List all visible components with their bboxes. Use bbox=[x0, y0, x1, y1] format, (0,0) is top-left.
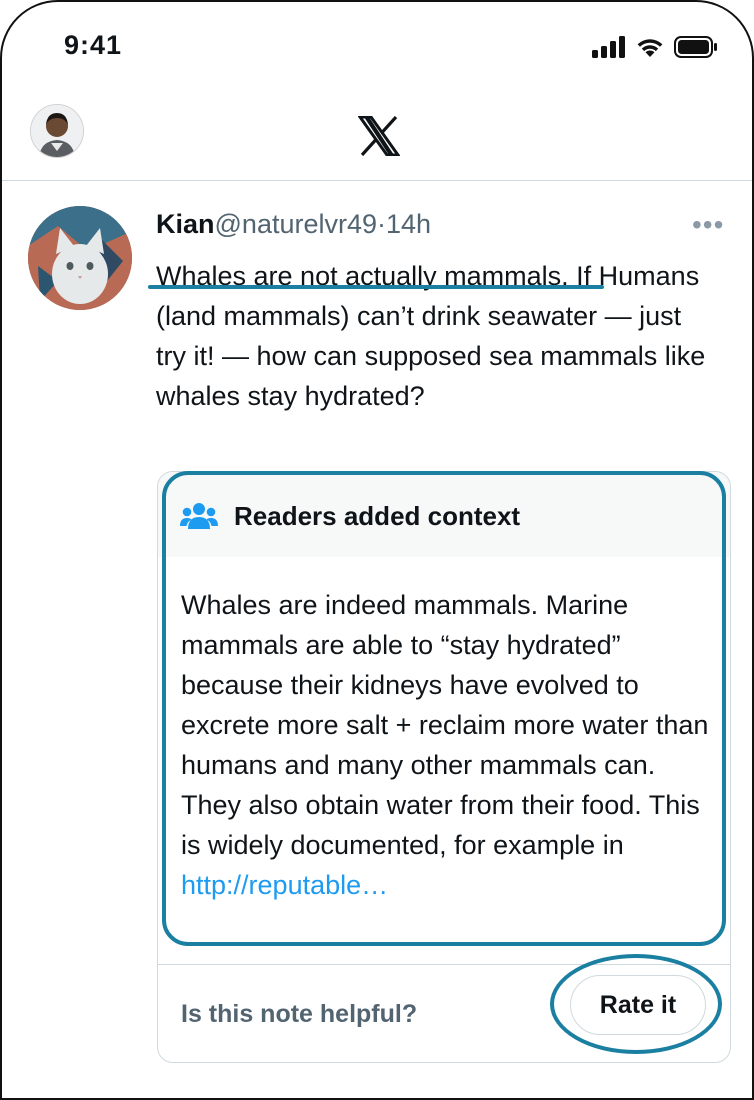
x-logo-icon[interactable] bbox=[357, 115, 401, 161]
signal-icon bbox=[592, 36, 626, 63]
status-icons bbox=[592, 36, 718, 63]
tweet-timestamp[interactable]: 14h bbox=[386, 209, 431, 240]
author-name[interactable]: Kian bbox=[156, 209, 215, 240]
account-avatar[interactable] bbox=[30, 104, 84, 158]
wifi-icon bbox=[635, 36, 665, 63]
highlight-underline bbox=[148, 285, 604, 289]
battery-icon bbox=[674, 36, 718, 63]
tweet-meta: Kian @naturelvr49 · 14h bbox=[156, 209, 431, 240]
app-header bbox=[2, 92, 752, 181]
author-handle[interactable]: @naturelvr49 bbox=[215, 209, 378, 240]
tweet-text: Whales are not actually mammals. If Huma… bbox=[156, 256, 716, 416]
author-avatar[interactable] bbox=[28, 206, 132, 310]
status-bar: 9:41 bbox=[2, 2, 752, 92]
status-time: 9:41 bbox=[64, 30, 123, 60]
highlight-box-note bbox=[162, 471, 726, 946]
meta-separator: · bbox=[377, 209, 387, 239]
phone-frame: 9:41 Kian @naturelvr49 · 14h ••• Whales … bbox=[0, 0, 754, 1100]
note-helpful-question: Is this note helpful? bbox=[181, 1000, 418, 1028]
more-icon[interactable]: ••• bbox=[692, 209, 724, 241]
highlight-ellipse-rate bbox=[550, 954, 722, 1054]
